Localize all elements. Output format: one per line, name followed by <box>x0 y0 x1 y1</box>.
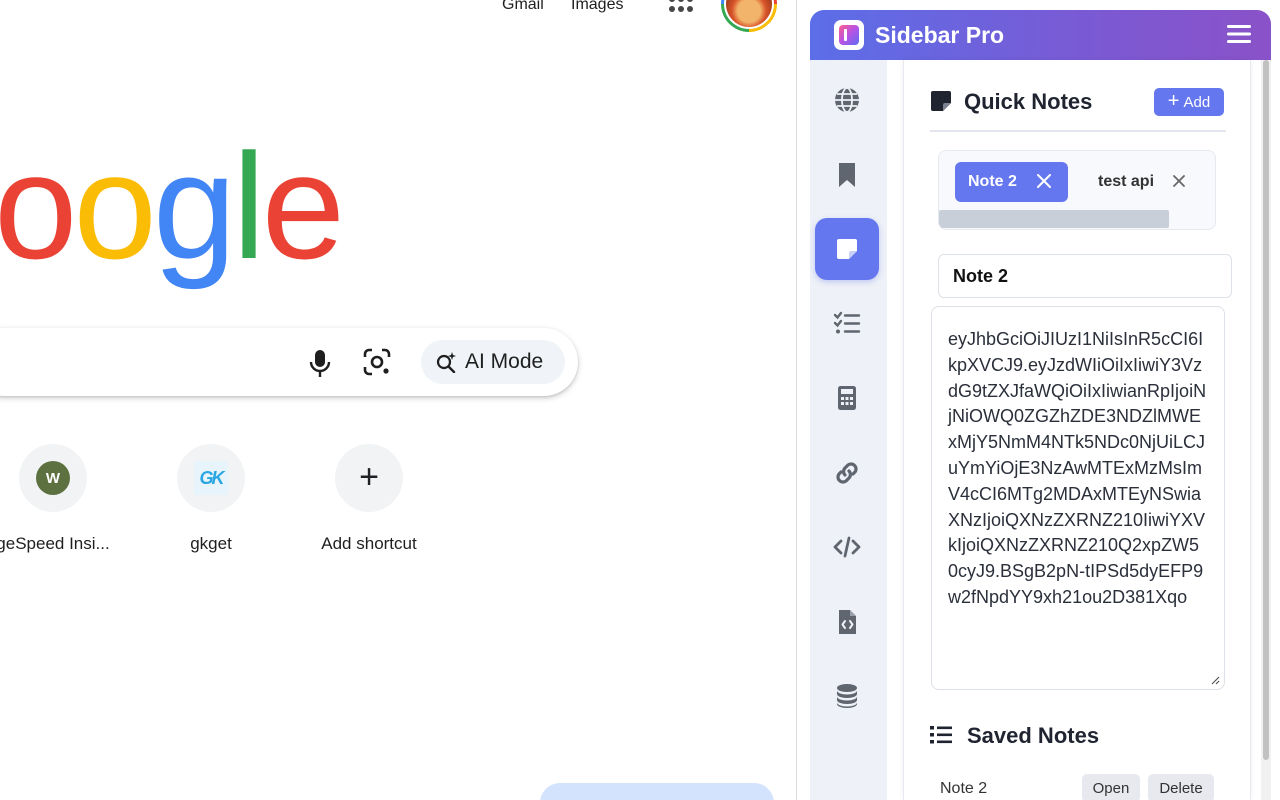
ai-mode-button[interactable]: AI Mode <box>421 340 565 384</box>
shortcut-label: gkget <box>190 534 232 553</box>
google-new-tab-page: Gmail Images oogle AI Mode W geSpeed Ins… <box>0 0 796 800</box>
note-tab-label: Note 2 <box>968 173 1017 190</box>
file-code-icon <box>839 610 856 634</box>
sidebar-pro-panel: Sidebar Pro Quick Notes + Add Note 2 tes… <box>796 0 1280 800</box>
tool-rail <box>810 60 887 800</box>
resize-grip-icon[interactable] <box>1210 675 1220 685</box>
logo-letter: o <box>73 122 156 290</box>
logo-letter: g <box>152 122 236 290</box>
logo-letter: o <box>0 122 77 290</box>
images-link[interactable]: Images <box>571 0 623 14</box>
sidebar-header: Sidebar Pro <box>810 10 1271 60</box>
saved-notes-title: Saved Notes <box>967 723 1100 748</box>
gmail-link[interactable]: Gmail <box>502 0 544 14</box>
code-icon <box>833 536 861 558</box>
saved-note-row: Note 2 Open Delete <box>930 774 1226 800</box>
rail-item-todo[interactable] <box>815 293 879 355</box>
shortcut-icon-circle: W <box>19 444 87 512</box>
account-avatar[interactable] <box>721 0 777 32</box>
note-tab-label: test api <box>1098 173 1155 190</box>
microphone-icon[interactable] <box>306 348 334 378</box>
shortcut-label: geSpeed Insi... <box>0 534 110 553</box>
rail-item-database[interactable] <box>815 665 879 727</box>
add-note-button[interactable]: + Add <box>1154 88 1224 116</box>
note-tab-active[interactable]: Note 2 <box>955 162 1068 202</box>
note-tab[interactable]: test api <box>1083 162 1203 202</box>
close-icon[interactable] <box>1036 173 1052 189</box>
database-icon <box>837 684 857 708</box>
shortcut-label: Add shortcut <box>321 534 417 553</box>
rail-item-file-code[interactable] <box>815 591 879 653</box>
sidebar-pro-logo-icon <box>834 20 864 50</box>
shortcut-icon-circle: + <box>335 444 403 512</box>
logo-letter: l <box>232 122 265 290</box>
open-note-button[interactable]: Open <box>1082 774 1140 800</box>
logo-letter: e <box>261 122 345 290</box>
rail-item-code[interactable] <box>815 516 879 578</box>
rail-item-notes[interactable] <box>815 218 879 280</box>
sidebar-title: Sidebar Pro <box>875 22 1005 48</box>
rail-item-calculator[interactable] <box>815 367 879 429</box>
close-icon[interactable] <box>1171 173 1187 189</box>
rail-item-bookmarks[interactable] <box>815 144 879 206</box>
hamburger-menu-icon[interactable] <box>1227 24 1251 44</box>
plus-icon: + <box>1167 90 1180 112</box>
note-tabs: Note 2 test api <box>938 150 1216 230</box>
avatar-photo <box>726 0 772 27</box>
search-box[interactable]: AI Mode <box>0 328 578 396</box>
plus-icon: + <box>359 457 379 496</box>
bookmark-icon <box>839 163 855 187</box>
add-shortcut-tile[interactable]: + Add shortcut <box>294 444 444 554</box>
note-body-textarea[interactable]: eyJhbGciOiJIUzI1NiIsInR5cCI6IkpXVCJ9.eyJ… <box>931 306 1225 690</box>
list-icon <box>930 726 952 744</box>
site-favicon: W <box>36 461 70 495</box>
globe-icon <box>835 87 859 113</box>
sticky-note-icon <box>837 239 857 259</box>
quick-notes-header: Quick Notes + Add <box>930 88 1226 132</box>
note-body-text: eyJhbGciOiJIUzI1NiIsInR5cCI6IkpXVCJ9.eyJ… <box>948 329 1207 607</box>
ai-mode-label: AI Mode <box>465 350 544 373</box>
calculator-icon <box>838 386 856 410</box>
google-apps-grid-icon[interactable] <box>665 0 697 22</box>
google-lens-icon[interactable] <box>362 348 392 376</box>
tabs-scrollbar[interactable] <box>939 210 1169 228</box>
link-icon <box>836 462 858 484</box>
site-favicon: GK <box>194 461 228 495</box>
checklist-icon <box>833 311 861 334</box>
customize-chrome-button[interactable] <box>540 783 774 800</box>
saved-note-name: Note 2 <box>940 780 988 797</box>
ai-sparkle-search-icon <box>436 352 456 373</box>
sticky-note-icon <box>931 91 951 111</box>
rail-item-links[interactable] <box>815 442 879 504</box>
quick-notes-title: Quick Notes <box>964 89 1093 114</box>
screen: Gmail Images oogle AI Mode W geSpeed Ins… <box>0 0 1280 800</box>
rail-item-web[interactable] <box>815 69 879 131</box>
quick-notes-content: Quick Notes + Add Note 2 test api Note 2… <box>903 60 1251 800</box>
note-title-input[interactable] <box>938 254 1232 298</box>
panel-scrollbar[interactable] <box>1261 60 1271 800</box>
shortcut-tile[interactable]: GK gkget <box>136 444 286 554</box>
google-logo: oogle <box>0 122 345 290</box>
add-button-label: Add <box>1183 93 1211 111</box>
delete-note-button[interactable]: Delete <box>1148 774 1214 800</box>
shortcut-icon-circle: GK <box>177 444 245 512</box>
panel-scrollbar-thumb[interactable] <box>1263 60 1269 760</box>
saved-notes-header: Saved Notes <box>930 722 1226 752</box>
shortcut-tile[interactable]: W geSpeed Insi... <box>0 444 128 554</box>
